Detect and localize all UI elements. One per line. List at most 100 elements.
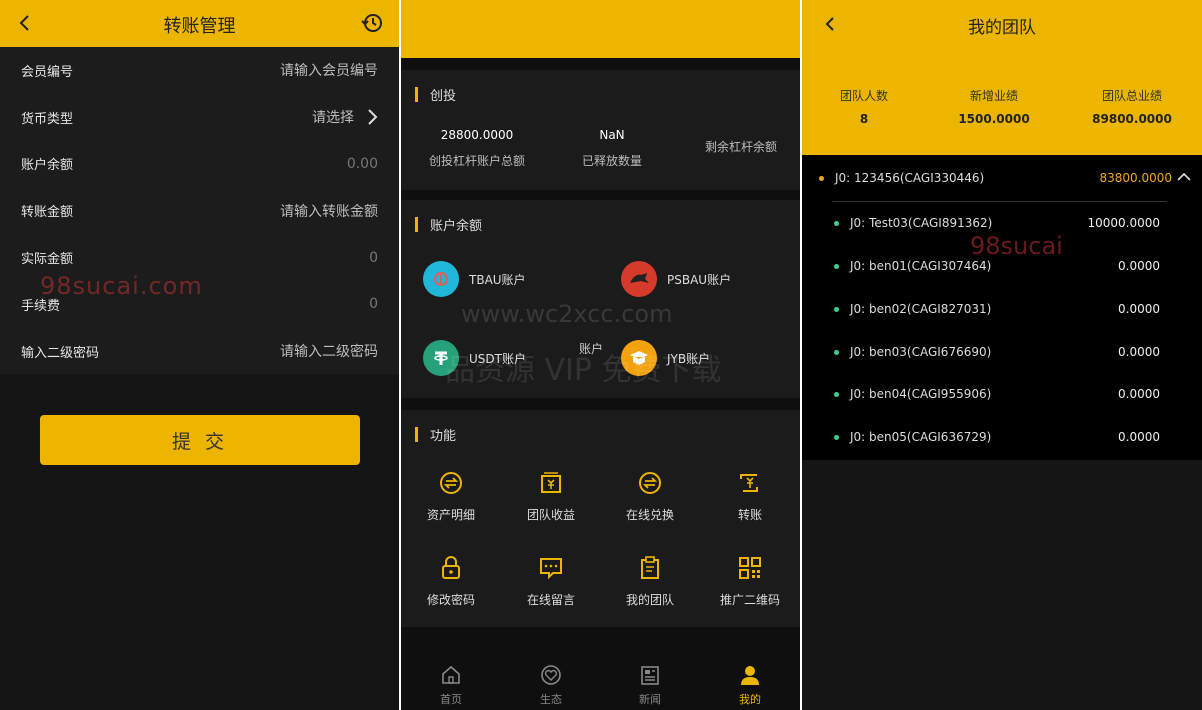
stat-label: 剩余杠杆余额 bbox=[704, 140, 777, 154]
watermark: 品资源 VIP 免费下载 bbox=[445, 353, 722, 388]
tab-label: 首页 bbox=[440, 693, 462, 706]
heart-icon bbox=[541, 665, 561, 685]
tab-label: 生态 bbox=[540, 693, 562, 706]
total-performance-stat: 团队总业绩 89800.0000 bbox=[1072, 87, 1192, 126]
watermark: 98sucai.com bbox=[40, 272, 203, 300]
currency-type-field[interactable]: 货币类型 请选择 bbox=[0, 94, 399, 141]
chevron-up-icon[interactable] bbox=[1176, 170, 1192, 184]
transfer-amount-field[interactable]: 转账金额 请输入转账金额 bbox=[0, 187, 399, 234]
stat-value: 8 bbox=[859, 112, 869, 126]
stat-value: 1500.0000 bbox=[958, 112, 1030, 126]
account-label: TBAU账户 bbox=[469, 272, 526, 287]
qrcode-icon bbox=[739, 557, 761, 579]
team-screen: 我的团队 团队人数 8 新增业绩 1500.0000 团队总业绩 89800.0… bbox=[802, 0, 1202, 710]
asset-details-button[interactable]: 资产明细 bbox=[411, 470, 491, 523]
wallet-icon bbox=[541, 472, 561, 493]
exchange-icon bbox=[639, 472, 661, 494]
member-label: J0: Test03(CAGI891362) bbox=[850, 216, 993, 230]
field-label: 货币类型 bbox=[21, 111, 74, 127]
team-member-row[interactable]: J0: ben05(CAGI636729) 0.0000 bbox=[802, 430, 1202, 444]
invest-card: 创投 28800.0000 创投杠杆账户总额 NaN 已释放数量 剩余杠杆余额 bbox=[401, 70, 800, 190]
team-member-row[interactable]: J0: ben02(CAGI827031) 0.0000 bbox=[802, 302, 1202, 316]
online-exchange-button[interactable]: 在线兑换 bbox=[610, 470, 690, 523]
stat-label: 已释放数量 bbox=[581, 154, 642, 168]
functions-card: 功能 资产明细 团队收益 在线兑换 转账 修改密码 在线留言 我的团队 推广二维… bbox=[401, 410, 800, 627]
field-label: 输入二级密码 bbox=[21, 345, 100, 361]
member-amount: 0.0000 bbox=[1118, 302, 1160, 316]
stat-value: 89800.0000 bbox=[1092, 112, 1172, 126]
promo-qrcode-button[interactable]: 推广二维码 bbox=[710, 555, 790, 608]
online-message-button[interactable]: 在线留言 bbox=[511, 555, 591, 608]
stat-value: 28800.0000 bbox=[440, 128, 514, 142]
user-icon bbox=[741, 666, 759, 685]
field-label: 会员编号 bbox=[21, 64, 74, 80]
tab-label: 新闻 bbox=[639, 693, 661, 706]
actual-amount-value: 0 bbox=[369, 249, 378, 266]
member-label: J0: ben05(CAGI636729) bbox=[850, 430, 992, 444]
field-label: 账户余额 bbox=[21, 158, 74, 174]
status-dot bbox=[834, 434, 839, 440]
section-title: 功能 bbox=[415, 425, 456, 444]
function-label: 转账 bbox=[737, 508, 762, 522]
header bbox=[401, 0, 800, 58]
section-title-text: 账户余额 bbox=[430, 219, 483, 234]
status-dot bbox=[834, 391, 839, 397]
transfer-amount-input[interactable]: 请输入转账金额 bbox=[280, 201, 378, 221]
status-dot bbox=[834, 220, 839, 226]
watermark: 98sucai bbox=[970, 232, 1063, 260]
field-label: 实际金额 bbox=[21, 252, 74, 268]
tab-news[interactable]: 新闻 bbox=[625, 664, 675, 707]
function-label: 我的团队 bbox=[625, 593, 674, 607]
section-title-text: 创投 bbox=[430, 89, 457, 104]
my-team-button[interactable]: 我的团队 bbox=[610, 555, 690, 608]
balance-row: 账户余额 0.00 bbox=[0, 141, 399, 188]
tab-ecology[interactable]: 生态 bbox=[526, 664, 576, 707]
secondary-password-field[interactable]: 输入二级密码 请输入二级密码 bbox=[0, 328, 399, 375]
stat-value: NaN bbox=[599, 128, 625, 142]
change-password-button[interactable]: 修改密码 bbox=[411, 555, 491, 608]
account-label: PSBAU账户 bbox=[667, 272, 732, 287]
team-member-row[interactable]: J0: ben01(CAGI307464) 0.0000 bbox=[802, 259, 1202, 273]
member-amount: 0.0000 bbox=[1118, 259, 1160, 273]
function-label: 团队收益 bbox=[526, 508, 575, 522]
tbau-account[interactable]: TBAU账户 bbox=[423, 261, 526, 297]
tab-home[interactable]: 首页 bbox=[426, 664, 476, 707]
currency-select[interactable]: 请选择 bbox=[312, 107, 378, 127]
tbau-coin-icon bbox=[423, 261, 459, 297]
team-member-row[interactable]: J0: ben04(CAGI955906) 0.0000 bbox=[802, 387, 1202, 401]
function-label: 在线兑换 bbox=[625, 508, 674, 522]
tab-label: 我的 bbox=[739, 693, 761, 706]
transfer-button[interactable]: 转账 bbox=[710, 470, 790, 523]
exchange-icon bbox=[440, 472, 462, 494]
transfer-icon bbox=[740, 474, 758, 492]
member-amount: 10000.0000 bbox=[1087, 216, 1160, 230]
team-earnings-button[interactable]: 团队收益 bbox=[511, 470, 591, 523]
team-root-row[interactable]: J0: 123456(CAGI330446) 83800.0000 bbox=[802, 171, 1202, 185]
released-stat: NaN 已释放数量 bbox=[561, 128, 663, 169]
home-icon bbox=[442, 665, 460, 684]
balance-card: 账户余额 TBAU账户 PSBAU账户 USDT账户 JYB账户 www.wc2… bbox=[401, 200, 800, 398]
function-label: 推广二维码 bbox=[719, 593, 780, 607]
secondary-password-input[interactable]: 请输入二级密码 bbox=[280, 341, 378, 361]
section-bar bbox=[415, 217, 418, 232]
leverage-total-stat: 28800.0000 创投杠杆账户总额 bbox=[421, 128, 533, 169]
profile-screen: 创投 28800.0000 创投杠杆账户总额 NaN 已释放数量 剩余杠杆余额 … bbox=[401, 0, 800, 710]
status-dot bbox=[819, 175, 824, 181]
function-label: 修改密码 bbox=[426, 593, 475, 607]
team-tree: J0: 123456(CAGI330446) 83800.0000 J0: Te… bbox=[802, 155, 1202, 460]
member-id-input[interactable]: 请输入会员编号 bbox=[280, 60, 378, 80]
psbau-account[interactable]: PSBAU账户 bbox=[621, 261, 731, 297]
member-id-field[interactable]: 会员编号 请输入会员编号 bbox=[0, 47, 399, 94]
member-amount: 0.0000 bbox=[1118, 430, 1160, 444]
team-member-row[interactable]: J0: ben03(CAGI676690) 0.0000 bbox=[802, 345, 1202, 359]
tab-mine[interactable]: 我的 bbox=[725, 664, 775, 707]
stat-label: 团队人数 bbox=[839, 89, 888, 103]
transfer-screen: 转账管理 会员编号 请输入会员编号 货币类型 请选择 账户余额 0.00 转账金… bbox=[0, 0, 399, 710]
team-member-row[interactable]: J0: Test03(CAGI891362) 10000.0000 bbox=[802, 216, 1202, 230]
news-icon bbox=[641, 666, 659, 685]
member-label: J0: ben02(CAGI827031) bbox=[850, 302, 992, 316]
section-title: 创投 bbox=[415, 85, 456, 104]
history-icon[interactable] bbox=[361, 12, 383, 34]
submit-button[interactable]: 提 交 bbox=[40, 415, 360, 465]
section-bar bbox=[415, 427, 418, 442]
